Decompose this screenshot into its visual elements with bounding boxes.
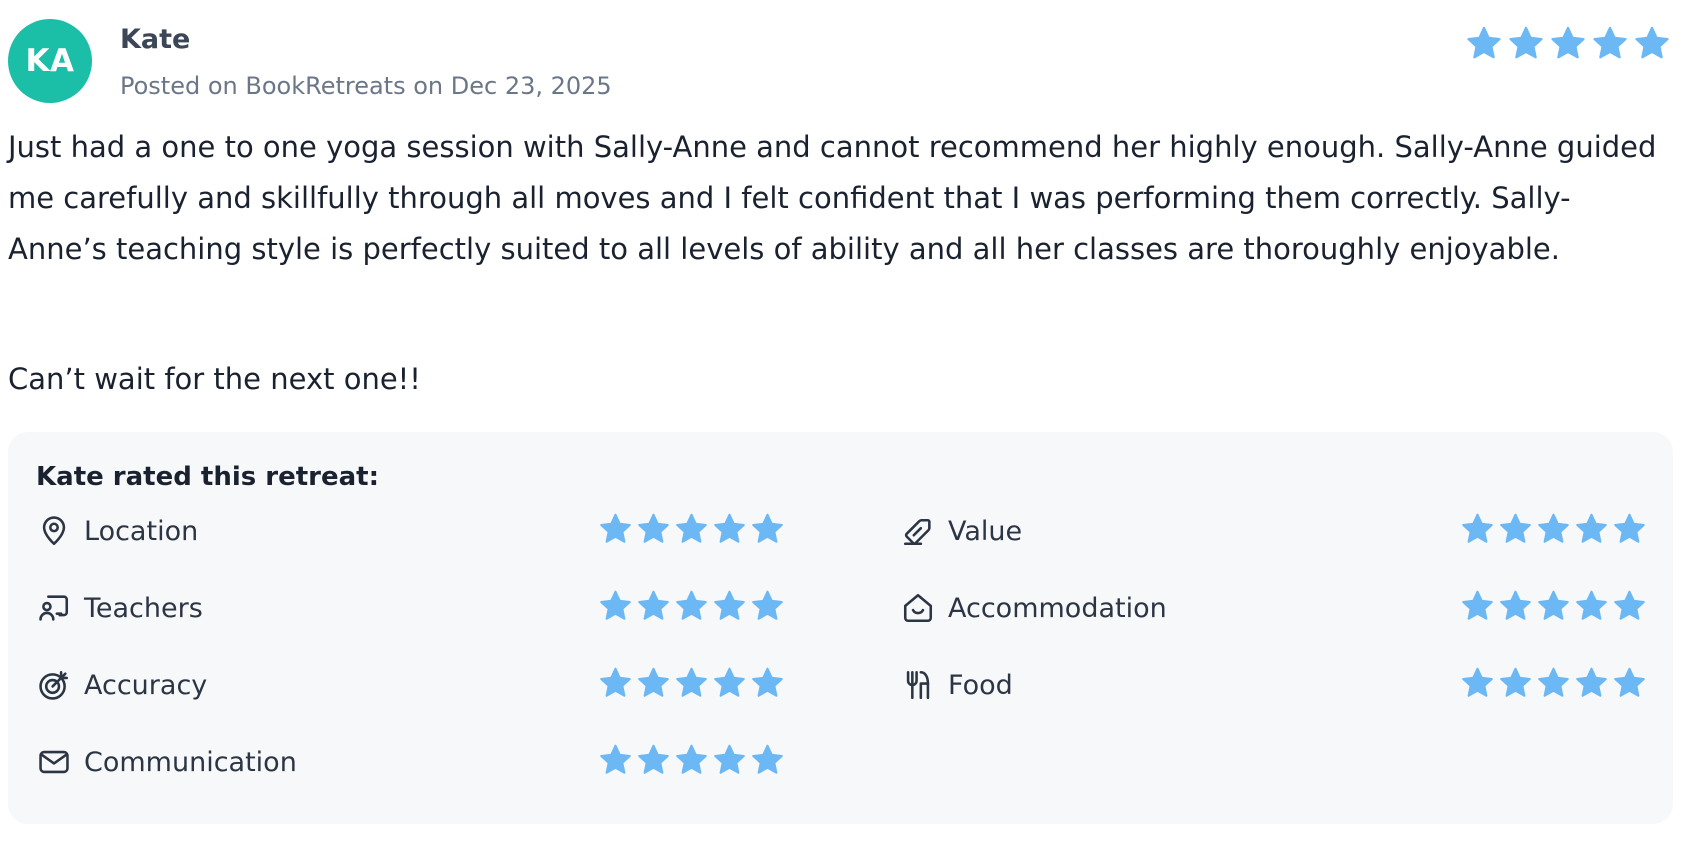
stars-accuracy [598,666,785,701]
rating-label: Value [948,515,1023,547]
review-text-closing: Can’t wait for the next one!! [8,362,421,396]
star-icon [1509,26,1543,59]
star-icon [600,667,631,697]
review-text: Just had a one to one yoga session with … [8,130,1657,266]
rating-row-location: Location [36,509,198,553]
stars-food [1460,666,1647,701]
star-icon [1538,590,1569,620]
star-icon [676,590,707,620]
star-icon [1551,26,1585,59]
stars-location [598,512,785,547]
avatar: KA [8,19,92,103]
star-icon [1635,26,1669,59]
star-icon [638,513,669,543]
star-icon [1614,513,1645,543]
star-icon [600,590,631,620]
star-icon [752,744,783,774]
rating-label: Food [948,669,1013,701]
rating-label: Location [84,515,199,547]
star-icon [714,513,745,543]
rating-label: Communication [84,746,297,778]
stars-teachers [598,589,785,624]
star-icon [600,744,631,774]
reviewer-name: Kate [120,24,191,55]
price-tag-icon [900,513,936,549]
rating-row-accuracy: Accuracy [36,663,207,707]
star-icon [676,744,707,774]
star-icon [1593,26,1627,59]
rating-row-accommodation: Accommodation [900,586,1167,630]
star-icon [1538,513,1569,543]
rating-row-teachers: Teachers [36,586,203,630]
star-icon [1500,590,1531,620]
house-icon [900,590,936,626]
star-icon [1467,26,1501,59]
star-icon [714,744,745,774]
review-card: KA Kate Posted on BookRetreats on Dec 23… [0,0,1702,844]
star-icon [714,590,745,620]
star-icon [676,667,707,697]
mail-icon [36,744,72,780]
star-icon [1576,590,1607,620]
avatar-initials: KA [25,43,75,79]
fork-knife-icon [900,667,936,703]
star-icon [1614,667,1645,697]
ratings-title: Kate rated this retreat: [36,462,379,492]
star-icon [1500,667,1531,697]
star-icon [752,513,783,543]
stars-accommodation [1460,589,1647,624]
star-icon [1576,513,1607,543]
star-icon [676,513,707,543]
star-icon [1462,667,1493,697]
star-icon [1576,667,1607,697]
rating-row-communication: Communication [36,740,297,784]
star-icon [638,744,669,774]
star-icon [1462,513,1493,543]
teacher-icon [36,590,72,626]
star-icon [752,590,783,620]
target-icon [36,667,72,703]
star-icon [714,667,745,697]
star-icon [1462,590,1493,620]
ratings-breakdown: Kate rated this retreat: Location Value [8,432,1673,824]
star-icon [1538,667,1569,697]
rating-label: Accommodation [948,592,1167,624]
star-icon [1500,513,1531,543]
location-pin-icon [36,513,72,549]
star-icon [638,590,669,620]
stars-value [1460,512,1647,547]
star-icon [1614,590,1645,620]
star-icon [752,667,783,697]
rating-label: Accuracy [84,669,208,701]
posted-date: Posted on BookRetreats on Dec 23, 2025 [120,72,612,100]
rating-label: Teachers [84,592,203,624]
rating-row-food: Food [900,663,1013,707]
stars-communication [598,743,785,778]
star-icon [638,667,669,697]
rating-row-value: Value [900,509,1022,553]
star-icon [600,513,631,543]
overall-rating [1465,25,1671,63]
